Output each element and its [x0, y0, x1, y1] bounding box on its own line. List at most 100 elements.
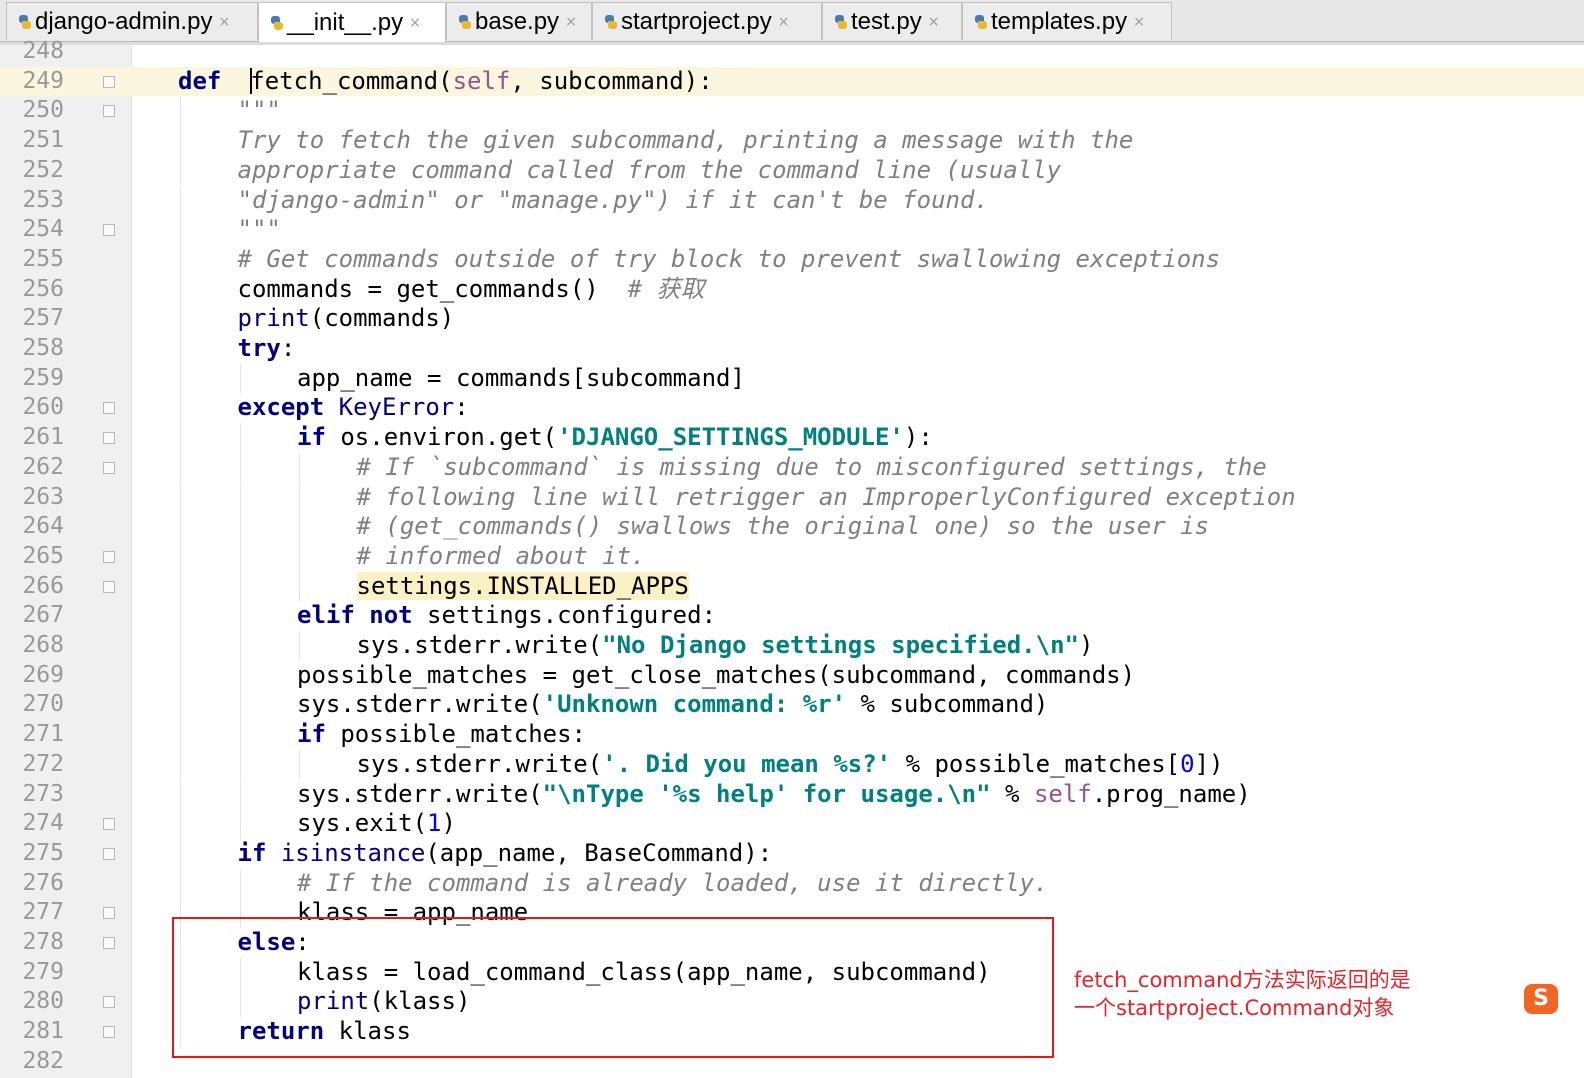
indent-guide: [180, 512, 181, 542]
code-text: """: [238, 215, 281, 245]
fold-marker-icon[interactable]: [103, 461, 115, 474]
code-token: 'Unknown command: %r': [542, 690, 847, 719]
code-line[interactable]: 260 except KeyError:: [0, 393, 1584, 424]
fold-marker-icon[interactable]: [103, 996, 115, 1009]
fold-marker-icon[interactable]: [103, 818, 115, 831]
code-line[interactable]: 263 # following line will retrigger an Im…: [0, 482, 1584, 513]
line-number: 258: [22, 335, 64, 361]
code-text: settings.INSTALLED_APPS: [356, 571, 689, 602]
code-line[interactable]: 274 sys.exit(1): [0, 809, 1584, 839]
code-line[interactable]: 253 "django-admin" or "manage.py") if it …: [0, 185, 1584, 216]
code-text: def fetch_command(self, subcommand):: [178, 67, 713, 97]
code-line[interactable]: 256 commands = get_commands() # 获取: [0, 274, 1584, 305]
code-line[interactable]: 276 # If the command is already loaded, u…: [0, 868, 1584, 899]
annotation-note-line-2: 一个startproject.Command对象: [1074, 996, 1395, 1020]
fold-marker-icon[interactable]: [103, 580, 115, 593]
code-line[interactable]: 248: [0, 37, 1584, 67]
code-line[interactable]: 266 settings.INSTALLED_APPS: [0, 571, 1584, 602]
line-number: 275: [22, 839, 64, 866]
fold-marker-icon[interactable]: [103, 937, 115, 949]
code-token: if: [297, 423, 326, 452]
code-line[interactable]: 275 if isinstance(app_name, BaseCommand):: [0, 838, 1584, 869]
code-token: isinstance: [280, 838, 426, 867]
indent-guide: [299, 482, 300, 513]
code-line[interactable]: 261 if os.environ.get('DJANGO_SETTINGS_MO…: [0, 423, 1584, 453]
code-token: .prog_name): [1091, 779, 1251, 808]
code-text: if isinstance(app_name, BaseCommand):: [238, 839, 773, 869]
code-text: """: [238, 96, 281, 126]
indent-guide: [239, 423, 241, 453]
line-number: 251: [22, 127, 64, 154]
code-line[interactable]: 267 elif not settings.configured:: [0, 601, 1584, 631]
code-line[interactable]: 272 sys.stderr.write('. Did you mean %s?'…: [0, 749, 1584, 780]
indent-guide: [180, 96, 181, 127]
code-token: ): [1078, 631, 1094, 659]
code-token: (app_name, BaseCommand):: [425, 838, 773, 867]
code-token: """: [237, 215, 281, 244]
fold-marker-icon[interactable]: [103, 907, 115, 920]
code-token: ]): [1194, 749, 1224, 778]
fold-marker-icon[interactable]: [103, 550, 115, 563]
code-line[interactable]: 265 # informed about it.: [0, 541, 1584, 572]
annotation-note: fetch_command方法实际返回的是 一个startproject.Com…: [1074, 966, 1411, 1022]
code-token: appropriate command called from the comm…: [237, 155, 1062, 184]
indent-guide: [180, 482, 181, 513]
line-number: 282: [22, 1047, 64, 1074]
code-token: # informed about it.: [356, 541, 646, 570]
code-token: elif not: [297, 601, 413, 630]
code-token: sys.stderr.write(: [356, 631, 603, 659]
code-token: commands = get_commands(): [237, 274, 628, 303]
code-line[interactable]: 251 Try to fetch the given subcommand, pr…: [0, 126, 1584, 156]
line-number: 256: [22, 275, 64, 302]
code-line[interactable]: 257 print(commands): [0, 304, 1584, 334]
code-text: elif not settings.configured:: [297, 601, 716, 631]
indent-guide: [180, 155, 181, 186]
code-line[interactable]: 270 sys.stderr.write('Unknown command: %r…: [0, 690, 1584, 721]
code-text: possible_matches = get_close_matches(sub…: [297, 661, 1135, 691]
code-line[interactable]: 264 # (get_commands() swallows the origin…: [0, 512, 1584, 542]
code-token: (commands): [309, 304, 455, 333]
code-token: sys.stderr.write(: [297, 779, 543, 808]
code-line[interactable]: 259 app_name = commands[subcommand]: [0, 363, 1584, 394]
fold-marker-icon[interactable]: [103, 105, 115, 118]
indent-guide: [239, 690, 241, 721]
code-text: sys.stderr.write('Unknown command: %r' %…: [297, 690, 1048, 720]
code-line[interactable]: 250 """: [0, 96, 1584, 127]
code-text: # following line will retrigger an Impro…: [357, 483, 1296, 513]
code-token: # If `subcommand` is missing due to misc…: [356, 452, 1267, 481]
code-line[interactable]: 255 # Get commands outside of try block t…: [0, 244, 1584, 275]
code-line[interactable]: 273 sys.stderr.write("\nType '%s help' fo…: [0, 779, 1584, 810]
code-text: if os.environ.get('DJANGO_SETTINGS_MODUL…: [297, 423, 933, 453]
fold-marker-icon[interactable]: [103, 224, 115, 237]
code-token: 1: [427, 809, 442, 838]
code-line[interactable]: 252 appropriate command called from the c…: [0, 155, 1584, 186]
fold-marker-icon[interactable]: [103, 847, 115, 860]
line-number: 280: [22, 988, 64, 1015]
code-line[interactable]: 271 if possible_matches:: [0, 720, 1584, 750]
code-line[interactable]: 254 """: [0, 215, 1584, 245]
indent-guide: [180, 571, 181, 602]
fold-marker-icon[interactable]: [103, 1026, 115, 1039]
sogou-ime-icon[interactable]: S: [1524, 984, 1558, 1014]
code-token: # (get_commands() swallows the original …: [356, 512, 1210, 541]
code-line[interactable]: 258 try:: [0, 334, 1584, 364]
code-text: # Get commands outside of try block to p…: [238, 245, 1221, 275]
indent-guide: [180, 393, 181, 424]
code-line[interactable]: 249 def fetch_command(self, subcommand):: [0, 66, 1584, 97]
fold-marker-icon[interactable]: [103, 402, 115, 415]
indent-guide: [180, 809, 181, 839]
indent-guide: [299, 452, 300, 483]
fold-marker-icon[interactable]: [103, 75, 115, 88]
line-number: 276: [22, 869, 64, 896]
indent-guide: [180, 363, 181, 394]
line-number: 273: [22, 780, 64, 807]
line-number: 281: [22, 1018, 64, 1045]
code-line[interactable]: 268 sys.stderr.write("No Django settings …: [0, 631, 1584, 661]
code-token: except: [237, 393, 325, 422]
code-line[interactable]: 262 # If `subcommand` is missing due to m…: [0, 452, 1584, 483]
code-token: % subcommand): [846, 690, 1049, 719]
code-token: 'DJANGO_SETTINGS_MODULE': [557, 423, 904, 452]
line-number: 260: [22, 394, 64, 421]
fold-marker-icon[interactable]: [103, 432, 115, 445]
code-line[interactable]: 269 possible_matches = get_close_matches(…: [0, 660, 1584, 691]
